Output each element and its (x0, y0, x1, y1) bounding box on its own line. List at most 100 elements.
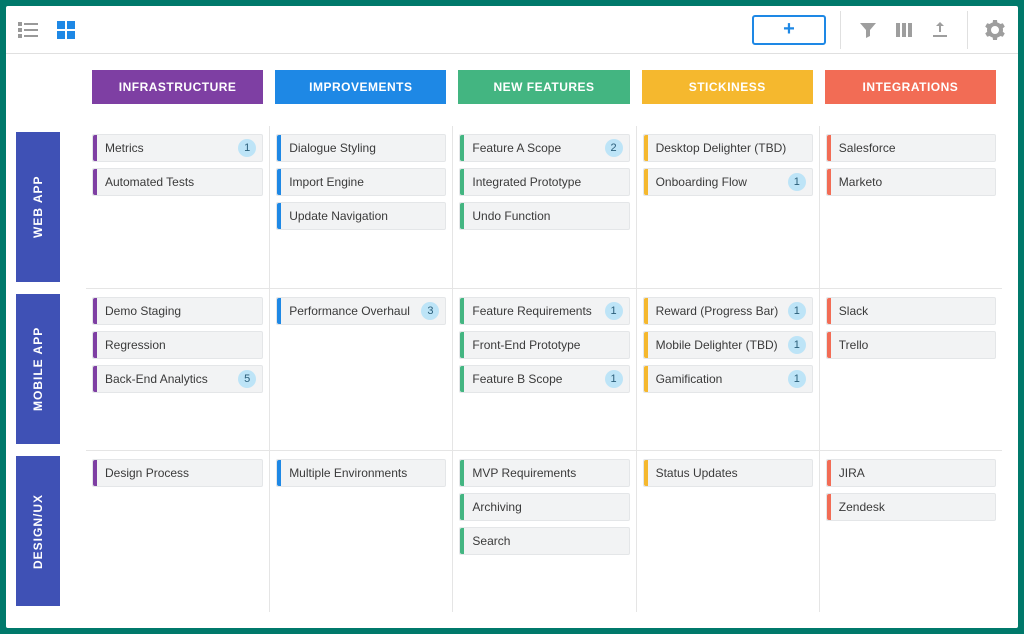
cell-mobileapp-newfeatures: Feature Requirements1 Front-End Prototype… (452, 288, 635, 450)
separator (840, 11, 841, 49)
cell-designux-newfeatures: MVP Requirements Archiving Search (452, 450, 635, 612)
card-label: Front-End Prototype (472, 338, 622, 352)
card[interactable]: Onboarding Flow1 (643, 168, 813, 196)
card[interactable]: Metrics 1 (92, 134, 263, 162)
toolbar-left (16, 18, 78, 42)
card[interactable]: Dialogue Styling (276, 134, 446, 162)
row-header-webapp[interactable]: WEB APP (16, 132, 60, 282)
list-view-button[interactable] (16, 18, 40, 42)
card[interactable]: Salesforce (826, 134, 996, 162)
card[interactable]: Demo Staging (92, 297, 263, 325)
card-label: Design Process (105, 466, 256, 480)
cell-webapp-stickiness: Desktop Delighter (TBD) Onboarding Flow1 (636, 126, 819, 288)
card[interactable]: Design Process (92, 459, 263, 487)
card[interactable]: Search (459, 527, 629, 555)
card[interactable]: Feature B Scope1 (459, 365, 629, 393)
card-stripe (644, 460, 648, 486)
row-header-designux[interactable]: DESIGN/UX (16, 456, 60, 606)
card-stripe (460, 332, 464, 358)
card[interactable]: Front-End Prototype (459, 331, 629, 359)
cell-designux-infrastructure: Design Process (86, 450, 269, 612)
columns-button[interactable] (891, 17, 917, 43)
card[interactable]: Status Updates (643, 459, 813, 487)
card[interactable]: Performance Overhaul3 (276, 297, 446, 325)
filter-button[interactable] (855, 17, 881, 43)
card[interactable]: Import Engine (276, 168, 446, 196)
card-label: Automated Tests (105, 175, 256, 189)
card-stripe (460, 298, 464, 324)
card[interactable]: Undo Function (459, 202, 629, 230)
add-button[interactable]: + (752, 15, 826, 45)
card-stripe (827, 135, 831, 161)
card[interactable]: Archiving (459, 493, 629, 521)
cell-webapp-newfeatures: Feature A Scope2 Integrated Prototype Undo… (452, 126, 635, 288)
cell-mobileapp-integrations: Slack Trello (819, 288, 1002, 450)
cell-webapp-improvements: Dialogue Styling Import Engine Update Navi… (269, 126, 452, 288)
card-stripe (827, 169, 831, 195)
card[interactable]: Mobile Delighter (TBD)1 (643, 331, 813, 359)
card-stripe (460, 169, 464, 195)
card[interactable]: Zendesk (826, 493, 996, 521)
separator (967, 11, 968, 49)
column-header-stickiness[interactable]: STICKINESS (642, 70, 813, 104)
export-button[interactable] (927, 17, 953, 43)
card-label: Search (472, 534, 622, 548)
card-stripe (644, 169, 648, 195)
card-label: Import Engine (289, 175, 439, 189)
card-label: Demo Staging (105, 304, 256, 318)
card[interactable]: JIRA (826, 459, 996, 487)
card[interactable]: Automated Tests (92, 168, 263, 196)
column-header-integrations[interactable]: INTEGRATIONS (825, 70, 996, 104)
card-badge: 1 (788, 173, 806, 191)
card[interactable]: MVP Requirements (459, 459, 629, 487)
filter-icon (859, 21, 877, 39)
card-stripe (644, 135, 648, 161)
card[interactable]: Reward (Progress Bar)1 (643, 297, 813, 325)
card[interactable]: Back-End Analytics5 (92, 365, 263, 393)
settings-button[interactable] (982, 17, 1008, 43)
card-label: Mobile Delighter (TBD) (656, 338, 780, 352)
card-label: Status Updates (656, 466, 806, 480)
card-stripe (93, 298, 97, 324)
card[interactable]: Marketo (826, 168, 996, 196)
card[interactable]: Integrated Prototype (459, 168, 629, 196)
card-label: MVP Requirements (472, 466, 622, 480)
corner (16, 70, 86, 126)
cell-mobileapp-infrastructure: Demo Staging Regression Back-End Analytics… (86, 288, 269, 450)
card[interactable]: Regression (92, 331, 263, 359)
cell-webapp-integrations: Salesforce Marketo (819, 126, 1002, 288)
card-stripe (460, 203, 464, 229)
card-badge: 2 (605, 139, 623, 157)
card[interactable]: Feature Requirements1 (459, 297, 629, 325)
column-header-improvements[interactable]: IMPROVEMENTS (275, 70, 446, 104)
card-stripe (460, 135, 464, 161)
card-stripe (644, 332, 648, 358)
add-icon: + (783, 18, 795, 41)
card-stripe (93, 169, 97, 195)
grid-view-button[interactable] (54, 18, 78, 42)
row-header-mobileapp[interactable]: MOBILE APP (16, 294, 60, 444)
card-stripe (644, 298, 648, 324)
card-stripe (827, 332, 831, 358)
card-badge: 5 (238, 370, 256, 388)
card-stripe (93, 460, 97, 486)
card-label: Marketo (839, 175, 989, 189)
card[interactable]: Desktop Delighter (TBD) (643, 134, 813, 162)
card[interactable]: Feature A Scope2 (459, 134, 629, 162)
card-label: Metrics (105, 141, 230, 155)
column-header-infrastructure[interactable]: INFRASTRUCTURE (92, 70, 263, 104)
card[interactable]: Multiple Environments (276, 459, 446, 487)
card[interactable]: Trello (826, 331, 996, 359)
card-label: Update Navigation (289, 209, 439, 223)
card[interactable]: Update Navigation (276, 202, 446, 230)
card-label: JIRA (839, 466, 989, 480)
card-stripe (93, 135, 97, 161)
card-stripe (277, 169, 281, 195)
card-stripe (827, 460, 831, 486)
card-stripe (827, 494, 831, 520)
column-header-newfeatures[interactable]: NEW FEATURES (458, 70, 629, 104)
card-badge: 1 (238, 139, 256, 157)
card[interactable]: Slack (826, 297, 996, 325)
card[interactable]: Gamification1 (643, 365, 813, 393)
card-stripe (277, 460, 281, 486)
